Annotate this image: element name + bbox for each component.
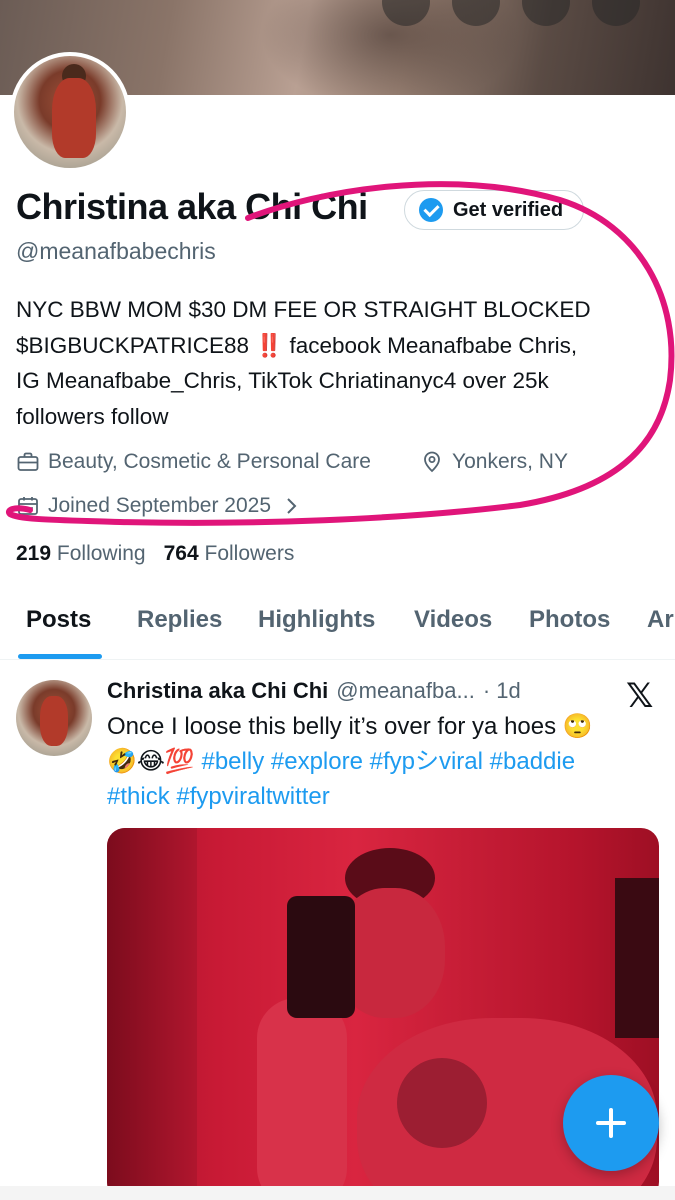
profile-handle: @meanafbabechris: [16, 238, 216, 264]
hashtag-link[interactable]: #belly: [201, 748, 264, 775]
following-link[interactable]: 219 Following: [16, 542, 146, 566]
bio-line: NYC BBW MOM $30 DM FEE OR STRAIGHT BLOCK…: [16, 297, 591, 322]
hashtag-link[interactable]: #thick: [107, 783, 170, 810]
hashtag-link[interactable]: #baddie: [490, 748, 575, 775]
following-label: Following: [56, 542, 146, 565]
banner-action-button[interactable]: [592, 0, 640, 26]
location-label: Yonkers, NY: [452, 450, 568, 473]
profile-category: Beauty, Cosmetic & Personal Care: [16, 450, 371, 474]
tab-replies[interactable]: Replies: [137, 606, 222, 634]
follow-stats: 219 Following 764 Followers: [16, 542, 294, 566]
profile-name: Christina aka Chi Chi: [16, 186, 368, 227]
followers-count: 764: [163, 542, 199, 565]
media-photo-part: [615, 878, 659, 1038]
post-emojis: 🤣😂💯: [107, 748, 195, 775]
avatar-photo-part: [52, 78, 96, 158]
post-author-handle[interactable]: @meanafba...: [336, 678, 475, 704]
tab-highlights[interactable]: Highlights: [258, 606, 375, 634]
following-count: 219: [16, 542, 52, 565]
media-photo-part: [287, 896, 355, 1018]
hashtag-link[interactable]: #fypviraltwitter: [176, 783, 329, 810]
bio-line: followers follow: [16, 403, 169, 429]
profile-joined[interactable]: Joined September 2025: [16, 494, 303, 518]
get-verified-label: Get verified: [453, 198, 564, 221]
post-hashtags-line: 🤣😂💯 #belly #explore #fypシviral #baddie: [107, 744, 667, 779]
post-header: Christina aka Chi Chi @meanafba... · 1d: [107, 678, 521, 704]
profile-tabs: Posts Replies Highlights Videos Photos A…: [0, 600, 675, 660]
tab-videos[interactable]: Videos: [414, 606, 492, 634]
location-pin-icon: [424, 451, 440, 473]
category-label: Beauty, Cosmetic & Personal Care: [48, 450, 371, 473]
media-photo-part: [397, 1058, 487, 1148]
calendar-icon: [18, 497, 38, 515]
tab-articles[interactable]: Ar: [647, 606, 674, 634]
post-hashtags-line: #thick #fypviraltwitter: [107, 779, 667, 814]
compose-post-button[interactable]: [563, 1075, 659, 1171]
avatar-photo-part: [40, 696, 68, 746]
followers-label: Followers: [204, 542, 295, 565]
joined-label: Joined September 2025: [48, 494, 271, 517]
post-body-line: Once I loose this belly it’s over for ya…: [107, 713, 593, 740]
briefcase-icon: [17, 452, 39, 471]
post-timestamp[interactable]: · 1d: [483, 678, 521, 704]
tab-photos[interactable]: Photos: [529, 606, 610, 634]
tab-posts[interactable]: Posts: [26, 606, 91, 634]
followers-link[interactable]: 764 Followers: [164, 542, 295, 566]
verified-badge-icon: [419, 198, 443, 222]
post-text: Once I loose this belly it’s over for ya…: [107, 709, 667, 814]
chevron-right-icon: [287, 498, 297, 514]
active-tab-indicator: [18, 654, 102, 659]
bio-line: IG Meanafbabe_Chris, TikTok Chriatinanyc…: [16, 368, 549, 393]
post-avatar[interactable]: [16, 680, 92, 756]
post-author-name[interactable]: Christina aka Chi Chi: [107, 678, 328, 704]
banner-action-button[interactable]: [522, 0, 570, 26]
hashtag-link[interactable]: #explore: [271, 748, 363, 775]
get-verified-button[interactable]: Get verified: [404, 190, 585, 230]
profile-bio: NYC BBW MOM $30 DM FEE OR STRAIGHT BLOCK…: [16, 292, 666, 434]
profile-avatar[interactable]: [10, 52, 130, 172]
media-photo-part: [107, 828, 197, 1200]
bottom-edge: [0, 1186, 675, 1200]
profile-location: Yonkers, NY: [420, 450, 568, 474]
bio-line: $BIGBUCKPATRICE88 ‼️ facebook Meanafbabe…: [16, 332, 578, 358]
hashtag-link[interactable]: #fypシviral: [370, 748, 483, 775]
media-photo-part: [257, 998, 347, 1200]
